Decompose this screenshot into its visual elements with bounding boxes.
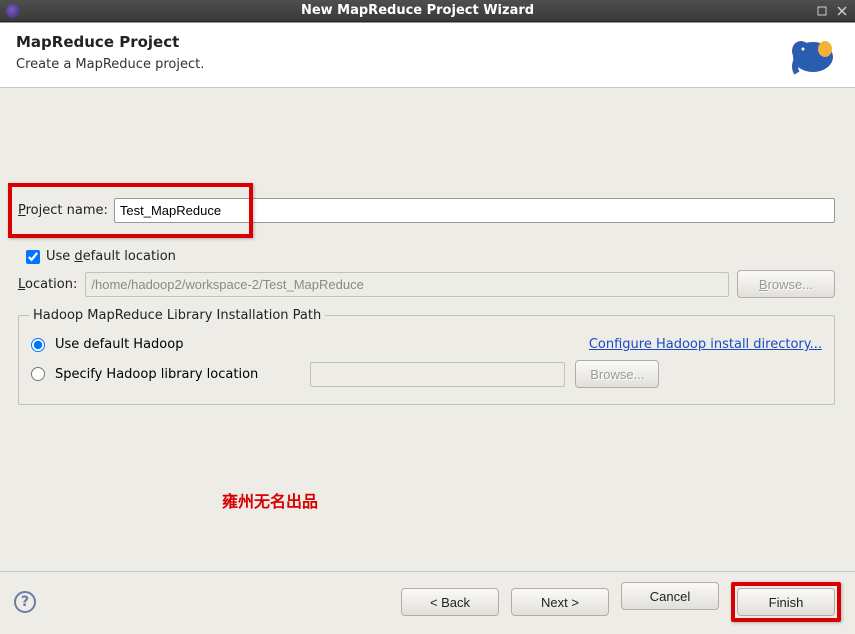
back-button[interactable]: < Back <box>401 588 499 616</box>
specify-hadoop-row: Specify Hadoop library location Browse..… <box>29 356 824 392</box>
hadoop-legend: Hadoop MapReduce Library Installation Pa… <box>29 308 325 323</box>
configure-hadoop-link[interactable]: Configure Hadoop install directory... <box>589 337 822 352</box>
project-name-input[interactable] <box>114 198 835 223</box>
help-icon[interactable]: ? <box>14 591 36 613</box>
use-default-location-label: Use default location <box>46 249 176 264</box>
finish-button[interactable]: Finish <box>737 588 835 616</box>
location-input <box>85 272 729 297</box>
window-title: New MapReduce Project Wizard <box>26 3 809 18</box>
dialog-body: MapReduce Project Create a MapReduce pro… <box>0 22 855 634</box>
browse-hadoop-button: Browse... <box>575 360 659 388</box>
location-row: Location: Browse... <box>18 270 835 298</box>
titlebar: New MapReduce Project Wizard <box>0 0 855 22</box>
project-name-row: Project name: <box>18 198 835 223</box>
hadoop-location-input <box>310 362 565 387</box>
footer: ? < Back Next > Cancel Finish <box>0 571 855 634</box>
hadoop-group: Hadoop MapReduce Library Installation Pa… <box>18 308 835 405</box>
location-label: Location: <box>18 277 77 292</box>
page-description: Create a MapReduce project. <box>16 57 783 72</box>
cancel-button[interactable]: Cancel <box>621 582 719 610</box>
page-title: MapReduce Project <box>16 33 783 51</box>
use-default-hadoop-radio[interactable] <box>31 338 45 352</box>
use-default-hadoop-label: Use default Hadoop <box>55 337 183 352</box>
use-default-location-row: Use default location <box>18 243 835 270</box>
use-default-hadoop-row: Use default Hadoop Configure Hadoop inst… <box>29 333 824 356</box>
eclipse-icon <box>6 4 20 18</box>
watermark-text: 雍州无名出品 <box>222 488 318 512</box>
browse-location-button: Browse... <box>737 270 835 298</box>
close-icon[interactable] <box>835 4 849 18</box>
highlight-finish: Finish <box>731 582 841 622</box>
minimize-icon[interactable] <box>815 4 829 18</box>
next-button[interactable]: Next > <box>511 588 609 616</box>
project-name-label: Project name: <box>18 203 108 218</box>
hadoop-elephant-icon <box>783 33 839 77</box>
specify-hadoop-label: Specify Hadoop library location <box>55 367 258 382</box>
header-panel: MapReduce Project Create a MapReduce pro… <box>0 23 855 88</box>
specify-hadoop-radio[interactable] <box>31 367 45 381</box>
use-default-location-checkbox[interactable] <box>26 250 40 264</box>
wizard-window: New MapReduce Project Wizard MapReduce P… <box>0 0 855 634</box>
